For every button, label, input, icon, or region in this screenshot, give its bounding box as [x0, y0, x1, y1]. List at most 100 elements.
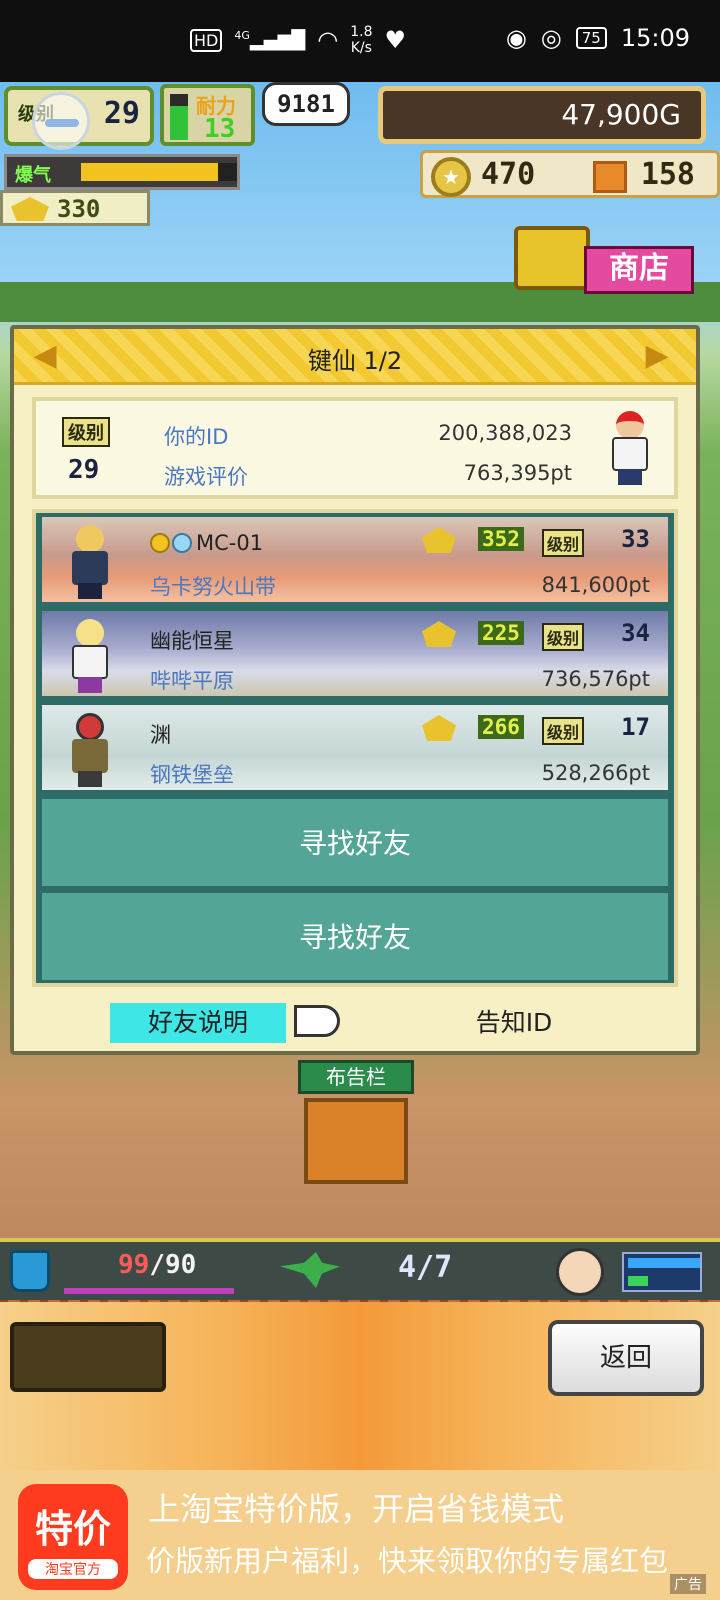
avatar-body [612, 437, 648, 471]
friends-list: MC-01 乌卡努火山带 352 级别 33 841,600pt 幽能恒星 哔哔… [32, 509, 678, 987]
status-gauge[interactable] [622, 1252, 702, 1292]
friend-level-label: 级别 [542, 529, 585, 557]
medal-icon: ★ [431, 157, 471, 197]
hp-bar [64, 1288, 234, 1294]
friend-points: 528,266pt [541, 761, 650, 785]
hype-fill [81, 163, 219, 181]
back-button[interactable]: 返回 [548, 1320, 704, 1396]
stamina-box: 耐力 13 [160, 84, 255, 146]
my-rating-label: 游戏评价 [164, 465, 248, 489]
stamina-fill [170, 105, 188, 140]
shop-label: 商店 [584, 246, 694, 294]
gamepad-icon[interactable] [32, 92, 90, 150]
notice-board-label: 布告栏 [298, 1060, 414, 1094]
gauge-fill-small [628, 1276, 648, 1286]
avatar-legs [618, 469, 642, 485]
hp-max: /90 [149, 1250, 197, 1280]
ad-banner[interactable]: 特价 淘宝官方 上淘宝特价版，开启省钱模式 价版新用户福利，快来领取你的专属红包… [0, 1470, 720, 1600]
fans-icon [422, 527, 456, 553]
friend-row[interactable]: 幽能恒星 哔哔平原 225 级别 34 736,576pt [42, 611, 668, 699]
friend-name: 幽能恒星 [150, 629, 234, 653]
player-avatar [606, 411, 652, 485]
gamepad-bar [45, 119, 79, 127]
fans-counter: 330 [0, 190, 150, 226]
fans-icon [422, 621, 456, 647]
signal-icon: 4G▂▄▆█ [234, 29, 306, 51]
ad-logo-subtext: 淘宝官方 [28, 1559, 118, 1579]
clock: 15:09 [620, 24, 690, 52]
friend-points: 841,600pt [541, 573, 650, 597]
panel-header: ◀ 键仙 1/2 ▶ [14, 329, 696, 385]
find-friend-button[interactable]: 寻找好友 [42, 893, 668, 983]
fans-icon [11, 197, 49, 221]
friend-level-label: 级别 [542, 623, 585, 651]
avatar-head [616, 411, 644, 439]
friend-row[interactable]: 渊 钢铁堡垒 266 级别 17 528,266pt [42, 705, 668, 793]
find-friend-button[interactable]: 寻找好友 [42, 799, 668, 889]
slots-counter: 4/7 [398, 1250, 453, 1285]
next-page-arrow-icon[interactable]: ▶ [642, 337, 672, 375]
eye-icon: ◎ [540, 24, 562, 52]
friend-area: 乌卡努火山带 [150, 575, 276, 599]
cube-icon [593, 161, 627, 193]
status-bar: HD 4G▂▄▆█ ◠ 1.8 K/s ♥ ◉ ◎ 75 15:09 [0, 0, 720, 82]
airplane-icon[interactable] [280, 1252, 340, 1288]
net-speed: 1.8 K/s [350, 24, 372, 56]
friend-fans: 225 [478, 621, 524, 645]
friend-help-button[interactable]: 好友说明 [110, 1003, 286, 1043]
status-left: HD 4G▂▄▆█ ◠ 1.8 K/s ♥ [190, 24, 406, 56]
my-id-value: 200,388,023 [438, 421, 572, 445]
bottom-hud-bar: 99/90 4/7 [0, 1238, 720, 1300]
gold-counter: 47,900G [378, 86, 706, 144]
friend-fans: 266 [478, 715, 524, 739]
my-profile-card: 级别 29 你的ID 200,388,023 游戏评价 763,395pt [32, 397, 678, 499]
bucket-icon[interactable] [10, 1250, 50, 1292]
friend-fans: 352 [478, 527, 524, 551]
hype-bar [81, 163, 237, 181]
gauge-fill [628, 1258, 700, 1268]
ad-logo-text: 特价 [34, 1507, 111, 1551]
pointing-hand-icon [294, 1005, 340, 1037]
friend-level: 34 [621, 619, 650, 647]
status-right: ◉ ◎ 75 15:09 [506, 24, 690, 52]
avatar-body [72, 739, 108, 773]
fans-icon [422, 715, 456, 741]
friend-level: 33 [621, 525, 650, 553]
avatar-body [72, 551, 108, 585]
friend-row[interactable]: MC-01 乌卡努火山带 352 级别 33 841,600pt [42, 517, 668, 605]
avatar-head [76, 619, 104, 647]
hype-label: 爆气 [15, 165, 51, 186]
avatar-head [76, 525, 104, 553]
shop-button[interactable]: 商店 [514, 226, 696, 298]
nfc-icon: ◉ [505, 24, 527, 52]
friend-points: 736,576pt [541, 667, 650, 691]
avatar-body [72, 645, 108, 679]
empty-slot [10, 1322, 166, 1392]
hp-counter: 99/90 [118, 1250, 196, 1280]
currency-box: ★ 470 158 [420, 150, 720, 198]
panel-footer: 好友说明 告知ID [14, 999, 696, 1049]
stamina-value: 13 [204, 114, 236, 144]
friend-avatar [66, 525, 112, 599]
battery-icon: 75 [575, 27, 607, 49]
medal-value: 470 [481, 157, 536, 192]
friend-name: MC-01 [196, 531, 264, 555]
fans-value: 330 [57, 195, 101, 223]
friend-area: 钢铁堡垒 [150, 763, 234, 787]
heart-icon: ♥ [384, 26, 406, 54]
my-level-badge: 级别 [62, 417, 110, 447]
treasure-chest-icon [514, 226, 590, 290]
cube-value: 158 [640, 157, 695, 192]
my-level-value: 29 [68, 455, 100, 485]
friends-panel: ◀ 键仙 1/2 ▶ 级别 29 你的ID 200,388,023 游戏评价 7… [10, 325, 700, 1055]
hp-current: 99 [118, 1250, 150, 1280]
notice-board[interactable]: 布告栏 [298, 1060, 414, 1190]
notify-id-button[interactable]: 告知ID [454, 1003, 574, 1043]
avatar-legs [78, 677, 102, 693]
notice-board-panel [304, 1098, 408, 1184]
hd-icon: HD [190, 28, 223, 52]
net-speed-unit: K/s [350, 40, 372, 56]
ad-subtitle: 价版新用户福利，快来领取你的专属红包 [146, 1544, 669, 1578]
worker-face-icon[interactable] [556, 1248, 604, 1296]
avatar-head [76, 713, 104, 741]
